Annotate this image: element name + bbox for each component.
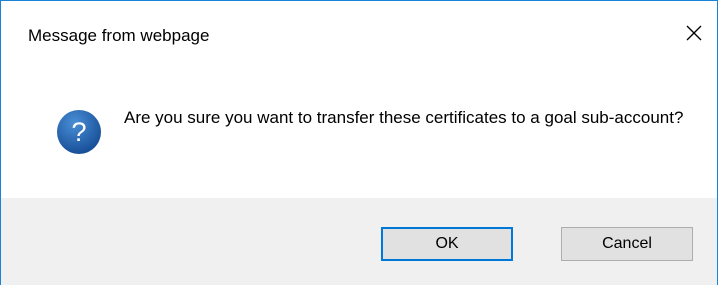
close-icon bbox=[686, 25, 702, 41]
ok-button[interactable]: OK bbox=[381, 227, 513, 261]
message-dialog: Message from webpage ? Are you sure you … bbox=[0, 0, 718, 285]
svg-text:?: ? bbox=[71, 117, 86, 147]
dialog-titlebar: Message from webpage bbox=[1, 1, 717, 65]
close-button[interactable] bbox=[671, 13, 717, 53]
cancel-button[interactable]: Cancel bbox=[561, 227, 693, 261]
dialog-title: Message from webpage bbox=[28, 26, 210, 45]
dialog-footer: OK Cancel bbox=[1, 198, 717, 285]
question-icon: ? bbox=[57, 110, 101, 154]
dialog-content: ? Are you sure you want to transfer thes… bbox=[1, 65, 717, 198]
dialog-message: Are you sure you want to transfer these … bbox=[124, 108, 684, 127]
